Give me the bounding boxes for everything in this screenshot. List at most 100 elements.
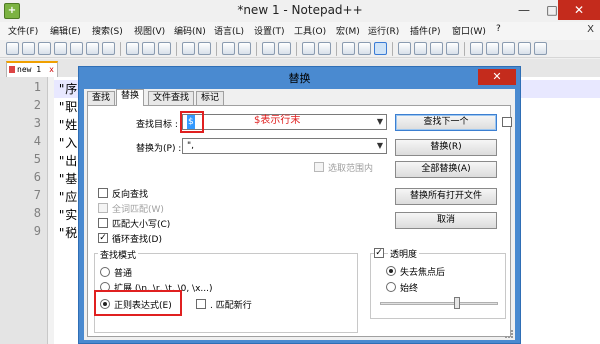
menu-plugins[interactable]: 插件(P) — [410, 24, 440, 37]
replace-icon[interactable] — [238, 42, 251, 55]
match-case-checkbox[interactable] — [98, 218, 108, 228]
resize-grip-icon[interactable] — [505, 330, 513, 338]
menu-edit[interactable]: 编辑(E) — [50, 24, 81, 37]
folder-workspace-icon[interactable] — [430, 42, 443, 55]
menu-encoding[interactable]: 编码(N) — [174, 24, 206, 37]
menu-tools[interactable]: 工具(O) — [294, 24, 326, 37]
find-next-button[interactable]: 查找下一个 — [395, 114, 497, 131]
dialog-close-button[interactable]: ✕ — [478, 69, 516, 85]
on-lose-focus-label: 失去焦点后 — [400, 268, 446, 278]
always-radio[interactable] — [386, 282, 396, 292]
replace-all-open-button[interactable]: 替换所有打开文件 — [395, 188, 497, 205]
replace-with-value: ", — [187, 141, 195, 151]
tab-replace[interactable]: 替换 — [116, 89, 145, 106]
find-icon[interactable] — [222, 42, 235, 55]
code-line[interactable]: "序 — [58, 80, 77, 97]
doc-map-icon[interactable] — [398, 42, 411, 55]
record-macro-icon[interactable] — [470, 42, 483, 55]
cut-icon[interactable] — [126, 42, 139, 55]
close-all-icon[interactable] — [86, 42, 99, 55]
save-macro-icon[interactable] — [534, 42, 547, 55]
close-file-icon[interactable] — [70, 42, 83, 55]
stop-macro-icon[interactable] — [486, 42, 499, 55]
replace-all-button[interactable]: 全部替换(A) — [395, 161, 497, 178]
menu-view[interactable]: 视图(V) — [134, 24, 165, 37]
zoom-in-icon[interactable] — [262, 42, 275, 55]
function-list-icon[interactable] — [414, 42, 427, 55]
doc-tab-label: new 1 — [17, 65, 42, 74]
copy-icon[interactable] — [142, 42, 155, 55]
tab-find-in-files[interactable]: 文件查找 — [148, 91, 195, 105]
chevron-down-icon[interactable]: ▼ — [377, 115, 383, 129]
annotation-text: $表示行末 — [254, 115, 301, 126]
replace-with-combo[interactable]: ", ▼ — [182, 138, 387, 154]
chevron-down-icon[interactable]: ▼ — [377, 139, 383, 153]
zoom-out-icon[interactable] — [278, 42, 291, 55]
dot-matches-newline-label: . 匹配新行 — [210, 301, 252, 311]
find-next-option-checkbox[interactable] — [502, 117, 512, 127]
transparency-slider-thumb[interactable] — [454, 297, 460, 309]
doc-tab-close-icon[interactable]: x — [49, 63, 54, 76]
menu-file[interactable]: 文件(F) — [8, 24, 38, 37]
cancel-button[interactable]: 取消 — [395, 212, 497, 229]
menu-help[interactable]: ? — [496, 24, 501, 34]
whole-word-checkbox[interactable] — [98, 203, 108, 213]
menu-window[interactable]: 窗口(W) — [452, 24, 486, 37]
code-line[interactable]: "职 — [58, 98, 77, 115]
new-file-icon[interactable] — [6, 42, 19, 55]
menu-search[interactable]: 搜索(S) — [92, 24, 123, 37]
monitoring-icon[interactable] — [446, 42, 459, 55]
code-line[interactable]: "实 — [58, 206, 77, 223]
save-icon[interactable] — [38, 42, 51, 55]
in-selection-checkbox[interactable] — [314, 162, 324, 172]
backward-checkbox[interactable] — [98, 188, 108, 198]
save-all-icon[interactable] — [54, 42, 67, 55]
code-line[interactable]: "出 — [58, 152, 77, 169]
doc-tab-new1[interactable]: new 1 x — [6, 61, 58, 77]
word-wrap-icon[interactable] — [342, 42, 355, 55]
replace-button[interactable]: 替换(R) — [395, 139, 497, 156]
menu-language[interactable]: 语言(L) — [214, 24, 244, 37]
menu-macro[interactable]: 宏(M) — [336, 24, 360, 37]
code-line[interactable]: "姓 — [58, 116, 77, 133]
play-macro-icon[interactable] — [502, 42, 515, 55]
menu-settings[interactable]: 设置(T) — [254, 24, 285, 37]
line-number: 8 — [33, 206, 41, 220]
code-line[interactable]: "入 — [58, 134, 77, 151]
tab-find[interactable]: 查找 — [87, 91, 116, 105]
backward-label: 反向查找 — [112, 190, 149, 200]
transparency-checkbox[interactable]: ✓ — [374, 248, 384, 258]
redo-icon[interactable] — [198, 42, 211, 55]
menu-run[interactable]: 运行(R) — [368, 24, 399, 37]
line-number: 5 — [33, 152, 41, 166]
show-all-chars-icon[interactable] — [358, 42, 371, 55]
menu-close-doc-button[interactable]: X — [587, 24, 594, 35]
close-window-button[interactable]: ✕ — [558, 0, 600, 20]
code-line[interactable]: "基 — [58, 170, 77, 187]
toolbar — [0, 40, 600, 58]
code-line[interactable]: "税 — [58, 224, 77, 241]
on-lose-focus-radio[interactable] — [386, 266, 396, 276]
run-macro-multiple-icon[interactable] — [518, 42, 531, 55]
transparency-slider-track[interactable] — [380, 302, 498, 305]
minimize-button[interactable]: — — [510, 0, 538, 20]
dot-matches-newline-checkbox[interactable] — [196, 299, 206, 309]
open-file-icon[interactable] — [22, 42, 35, 55]
mode-normal-radio[interactable] — [100, 267, 110, 277]
indent-guide-icon[interactable] — [374, 42, 387, 55]
sync-vertical-icon[interactable] — [302, 42, 315, 55]
toolbar-separator — [296, 42, 297, 56]
print-icon[interactable] — [102, 42, 115, 55]
always-label: 始终 — [400, 284, 419, 294]
line-number: 6 — [33, 170, 41, 184]
toolbar-separator — [216, 42, 217, 56]
replace-dialog: 替换 ✕ 查找 替换 文件查找 标记 查找目标 : $ ▼ $表示行末 替换为(… — [78, 66, 521, 344]
replace-tab-panel: 查找目标 : $ ▼ $表示行末 替换为(P) : ", ▼ 选取范围内 查找下… — [87, 105, 512, 337]
tab-mark[interactable]: 标记 — [196, 91, 225, 105]
paste-icon[interactable] — [158, 42, 171, 55]
sync-horizontal-icon[interactable] — [318, 42, 331, 55]
annotation-highlight-box — [94, 290, 182, 316]
wrap-around-checkbox[interactable]: ✓ — [98, 233, 108, 243]
undo-icon[interactable] — [182, 42, 195, 55]
code-line[interactable]: "应 — [58, 188, 77, 205]
